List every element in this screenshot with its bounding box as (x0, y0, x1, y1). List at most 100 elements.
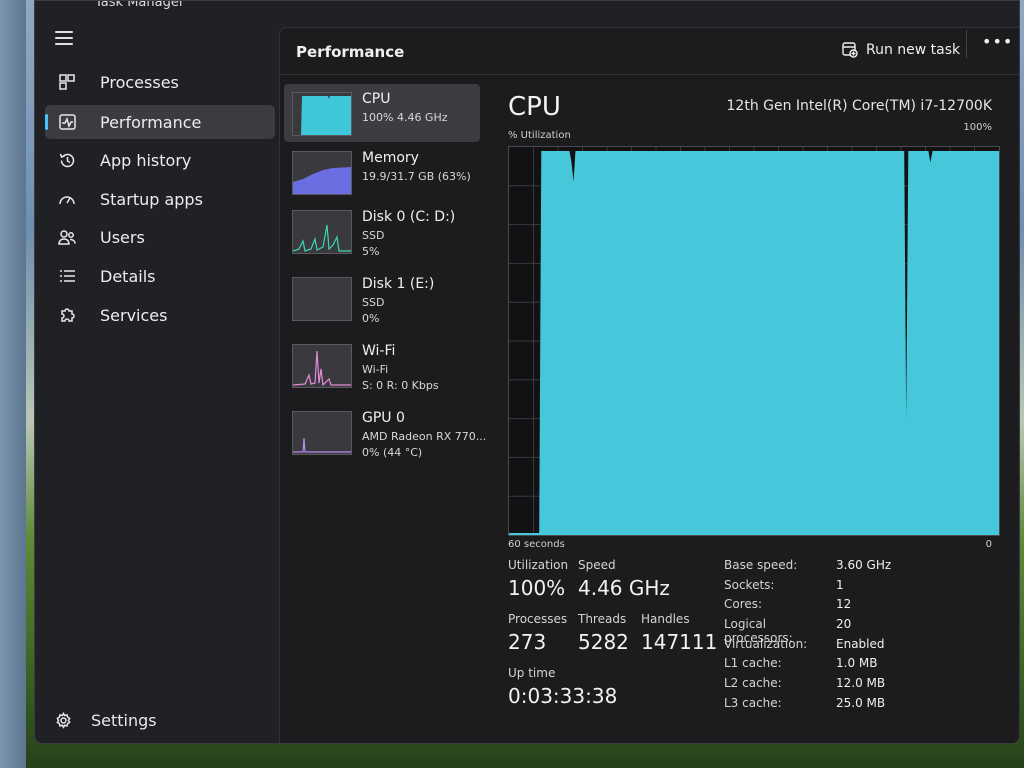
cpu-specs: Base speed: 3.60 GHz Sockets: 1 Cores: 12 L… (724, 558, 964, 716)
device-detail: Wi-Fi (362, 363, 389, 376)
disk0-mini-graph (292, 210, 352, 254)
device-detail: S: 0 R: 0 Kbps (362, 379, 439, 392)
device-detail: SSD (362, 229, 385, 242)
performance-pulse-icon (57, 112, 77, 132)
header-separator (966, 30, 967, 58)
spec-key: L3 cache: (724, 695, 782, 710)
spec-row: L1 cache: 1.0 MB (724, 656, 964, 676)
startup-gauge-icon (57, 189, 77, 209)
spec-value: 1.0 MB (836, 656, 878, 671)
spec-row: Base speed: 3.60 GHz (724, 558, 964, 578)
spec-key: Logical processors: (724, 617, 793, 646)
device-item-gpu-0[interactable]: GPU 0 AMD Radeon RX 770... 0% (44 °C) (284, 403, 486, 461)
history-clock-icon (57, 150, 77, 170)
settings-button[interactable]: Settings (45, 703, 275, 737)
sidebar-item-processes[interactable]: Processes (45, 65, 275, 99)
sidebar-item-label: App history (100, 150, 192, 170)
gpu-mini-graph (292, 411, 352, 455)
run-new-task-button[interactable]: Run new task (842, 36, 960, 64)
stat-value: 4.46 GHz (578, 576, 670, 600)
time-axis-label: 60 seconds (508, 539, 565, 550)
stat-value: 5282 (578, 630, 629, 654)
spec-value: 12.0 MB (836, 676, 886, 691)
spec-value: 12 (836, 597, 852, 612)
sidebar-item-label: Details (100, 266, 156, 286)
spec-row: L3 cache: 25.0 MB (724, 696, 964, 716)
settings-label: Settings (91, 710, 157, 730)
device-detail: 100% 4.46 GHz (362, 111, 448, 124)
stat-value: 100% (508, 576, 566, 600)
sidebar-item-services[interactable]: Services (45, 298, 275, 332)
stat-value: 273 (508, 630, 547, 654)
device-detail: 0% (362, 312, 380, 325)
spec-row: L2 cache: 12.0 MB (724, 676, 964, 696)
device-item-wifi[interactable]: Wi-Fi Wi-Fi S: 0 R: 0 Kbps (284, 336, 480, 394)
processes-grid-icon (57, 72, 77, 92)
stat-uptime: Up time 0:03:33:38 (508, 666, 617, 708)
spec-row: Cores: 12 (724, 597, 964, 617)
stat-label: Up time (508, 666, 556, 680)
cpu-utilization-graph (508, 146, 1000, 536)
stat-handles: Handles 147111 (641, 612, 717, 654)
sidebar-item-users[interactable]: Users (45, 220, 275, 254)
wifi-mini-graph (292, 344, 352, 388)
device-name: CPU (362, 91, 391, 107)
stat-value: 0:03:33:38 (508, 684, 618, 708)
zero-axis-label: 0 (985, 539, 992, 550)
cpu-mini-graph (292, 92, 352, 136)
gear-icon (53, 710, 73, 730)
disk1-mini-graph (292, 277, 352, 321)
page-title: Performance (296, 43, 405, 61)
sidebar-item-app-history[interactable]: App history (45, 143, 275, 177)
stat-value: 147111 (641, 630, 718, 654)
memory-mini-graph (292, 151, 352, 195)
sidebar-nav: Processes Performance App history Startu… (35, 1, 279, 743)
device-name: Memory (362, 150, 419, 166)
stat-utilization: Utilization 100% (508, 558, 568, 600)
spec-key: Sockets: (724, 577, 775, 592)
sidebar-item-label: Users (100, 227, 145, 247)
spec-key: Cores: (724, 597, 763, 612)
spec-key: Base speed: (724, 558, 798, 572)
utilization-axis-label: % Utilization (508, 130, 571, 141)
stat-label: Processes (508, 612, 568, 626)
spec-key: L1 cache: (724, 656, 782, 671)
spec-value: 1 (836, 577, 844, 592)
sidebar-item-label: Services (100, 305, 168, 325)
spec-value: 25.0 MB (836, 695, 886, 710)
desktop-background (0, 0, 26, 768)
main-panel: Performance Run new task ••• CPU 100% 4.… (279, 27, 1019, 743)
more-options-icon[interactable]: ••• (982, 32, 1013, 51)
details-list-icon (57, 266, 77, 286)
spec-key: L2 cache: (724, 676, 782, 691)
device-item-cpu[interactable]: CPU 100% 4.46 GHz (284, 84, 480, 142)
sidebar-item-startup-apps[interactable]: Startup apps (45, 182, 275, 216)
sidebar-item-label: Performance (100, 112, 202, 132)
device-item-disk-0[interactable]: Disk 0 (C: D:) SSD 5% (284, 202, 480, 260)
sidebar-item-performance[interactable]: Performance (45, 105, 275, 139)
spec-key: Virtualization: (724, 636, 808, 651)
sidebar-item-label: Processes (100, 72, 179, 92)
stat-label: Speed (578, 558, 616, 572)
device-detail: 0% (44 °C) (362, 446, 423, 459)
spec-row: Sockets: 1 (724, 578, 964, 598)
device-name: Wi-Fi (362, 343, 396, 359)
device-name: GPU 0 (362, 410, 405, 426)
device-detail: SSD (362, 296, 385, 309)
task-manager-window: Task Manager Processes Performance App h… (34, 0, 1020, 744)
cpu-model: 12th Gen Intel(R) Core(TM) i7-12700K (726, 98, 992, 114)
device-item-memory[interactable]: Memory 19.9/31.7 GB (63%) (284, 143, 480, 201)
device-detail: 19.9/31.7 GB (63%) (362, 170, 471, 183)
sidebar-item-details[interactable]: Details (45, 259, 275, 293)
services-puzzle-icon (57, 305, 77, 325)
device-detail: AMD Radeon RX 770... (362, 430, 487, 443)
run-new-task-label: Run new task (866, 42, 961, 58)
spec-row: Virtualization: Enabled (724, 637, 964, 657)
device-item-disk-1[interactable]: Disk 1 (E:) SSD 0% (284, 269, 480, 327)
hamburger-menu-icon[interactable] (55, 31, 73, 45)
page-header: Performance Run new task ••• (280, 28, 1019, 75)
run-task-icon (842, 42, 858, 58)
spec-value: Enabled (836, 636, 885, 651)
cpu-utilization-area (509, 151, 999, 535)
stat-label: Handles (641, 612, 690, 626)
